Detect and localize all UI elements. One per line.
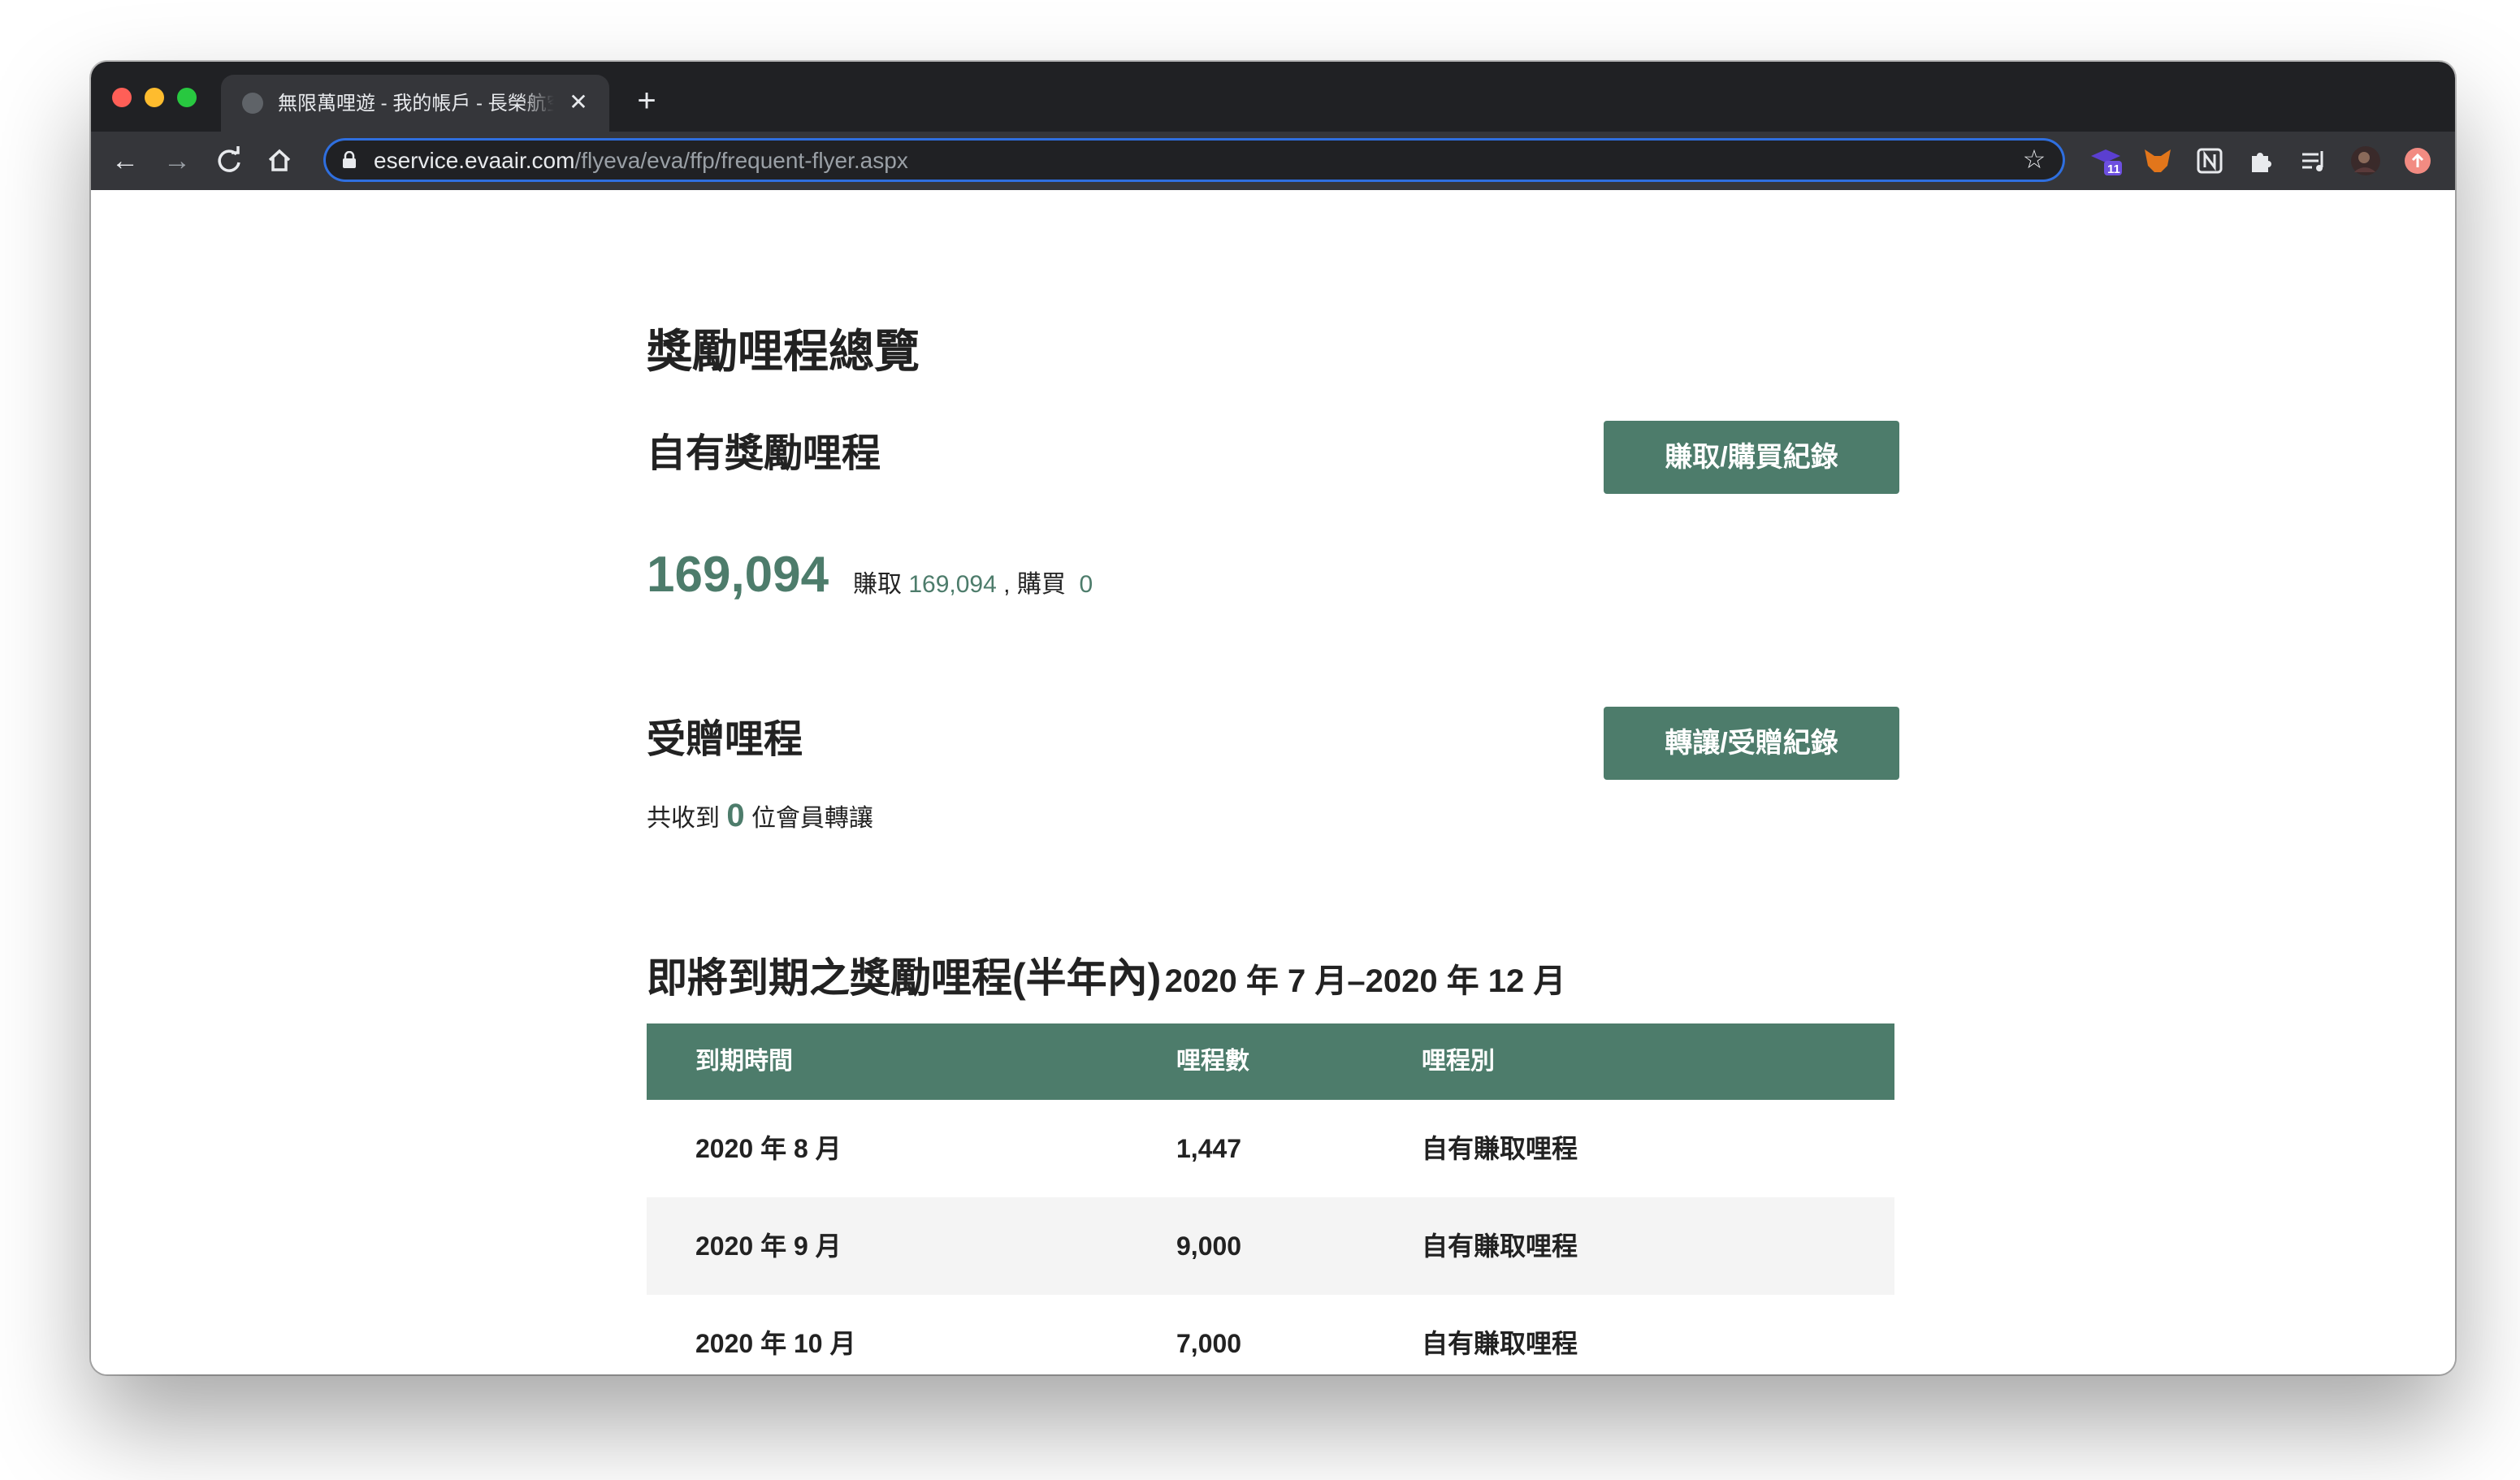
cell-type: 自有賺取哩程 [1422,1134,1578,1163]
cell-miles: 7,000 [1176,1329,1242,1358]
url-text: eservice.evaair.com/flyeva/eva/ffp/frequ… [374,149,908,173]
gift-summary: 共收到 0 位會員轉讓 [647,798,873,834]
cell-miles: 9,000 [1176,1231,1242,1261]
gift-suffix: 位會員轉讓 [751,805,873,832]
expiring-title: 即將到期之獎勵哩程(半年內) [647,955,1162,1001]
browser-window: 無限萬哩遊 - 我的帳戶 - 長榮航空 ✕ + ← → eservice.eva… [91,62,2455,1374]
extensions-puzzle-icon[interactable] [2245,145,2278,177]
update-available-icon[interactable] [2401,145,2434,177]
bookmark-star-icon[interactable]: ☆ [2020,145,2049,174]
earn-purchase-history-button[interactable]: 賺取/購買紀錄 [1604,421,1899,494]
tab-title: 無限萬哩遊 - 我的帳戶 - 長榮航空 [278,93,554,115]
minimize-window-button[interactable] [145,88,164,107]
profile-avatar[interactable] [2349,145,2382,177]
new-tab-button[interactable]: + [630,84,663,117]
cell-miles: 1,447 [1176,1134,1242,1163]
home-icon[interactable] [262,143,297,179]
cell-type: 自有賺取哩程 [1422,1231,1578,1261]
browser-tab-active[interactable]: 無限萬哩遊 - 我的帳戶 - 長榮航空 ✕ [221,75,609,132]
cell-type: 自有賺取哩程 [1422,1329,1578,1358]
close-tab-icon[interactable]: ✕ [565,89,591,115]
gift-miles-heading: 受贈哩程 [647,718,803,761]
earn-label: 賺取 [853,571,902,598]
table-header: 到期時間 哩程數 哩程別 [647,1023,1894,1100]
browser-toolbar: ← → eservice.evaair.com/flyeva/eva/ffp/f… [91,132,2455,190]
close-window-button[interactable] [112,88,132,107]
url-path: /flyeva/eva/ffp/frequent-flyer.aspx [574,148,908,173]
url-host: eservice.evaair.com [374,148,575,173]
cell-expiry: 2020 年 10 月 [695,1329,856,1358]
column-header-type: 哩程別 [1422,1048,1495,1075]
earn-value: 169,094 [908,571,997,598]
column-header-expiry: 到期時間 [695,1048,793,1075]
notion-icon[interactable] [2193,145,2226,177]
metamask-fox-icon[interactable] [2141,145,2174,177]
gift-prefix: 共收到 [647,805,720,832]
own-miles-total: 169,094 [647,547,829,603]
page-title: 獎勵哩程總覽 [647,326,920,377]
table-row: 2020 年 9 月 9,000 自有賺取哩程 [647,1197,1894,1295]
table-row: 2020 年 8 月 1,447 自有賺取哩程 [647,1100,1894,1197]
separator: , [1003,571,1011,598]
globe-icon [242,93,263,114]
expiring-range: 2020 年 7 月–2020 年 12 月 [1164,963,1566,999]
cell-expiry: 2020 年 8 月 [695,1134,842,1163]
expiring-miles-table: 到期時間 哩程數 哩程別 2020 年 8 月 1,447 自有賺取哩程 202… [647,1023,1894,1374]
column-header-miles: 哩程數 [1176,1048,1249,1075]
forward-arrow-icon[interactable]: → [159,143,195,179]
transfer-gift-history-button[interactable]: 轉讓/受贈紀錄 [1604,707,1899,780]
gift-count: 0 [726,798,745,833]
cell-expiry: 2020 年 9 月 [695,1231,842,1261]
buy-value: 0 [1079,571,1093,598]
extension-graduation-cap-icon[interactable]: 11 [2089,145,2122,177]
buy-label: 購買 [1016,571,1066,598]
title-bar: 無限萬哩遊 - 我的帳戶 - 長榮航空 ✕ + [91,62,2455,132]
zoom-window-button[interactable] [177,88,197,107]
own-miles-heading: 自有獎勵哩程 [647,432,881,475]
reading-list-icon[interactable] [2297,145,2330,177]
expiring-heading: 即將到期之獎勵哩程(半年內) 2020 年 7 月–2020 年 12 月 [647,946,1565,1004]
earn-purchase-breakdown: 賺取 169,094 , 購買 0 [853,564,1093,599]
back-arrow-icon[interactable]: ← [107,143,143,179]
extension-badge: 11 [2107,162,2120,176]
page-content: 獎勵哩程總覽 自有獎勵哩程 賺取/購買紀錄 169,094 賺取 169,094… [91,190,2455,1374]
reload-icon[interactable] [211,143,247,179]
lock-icon [341,150,357,169]
address-bar[interactable]: eservice.evaair.com/flyeva/eva/ffp/frequ… [323,138,2065,182]
table-row: 2020 年 10 月 7,000 自有賺取哩程 [647,1295,1894,1374]
